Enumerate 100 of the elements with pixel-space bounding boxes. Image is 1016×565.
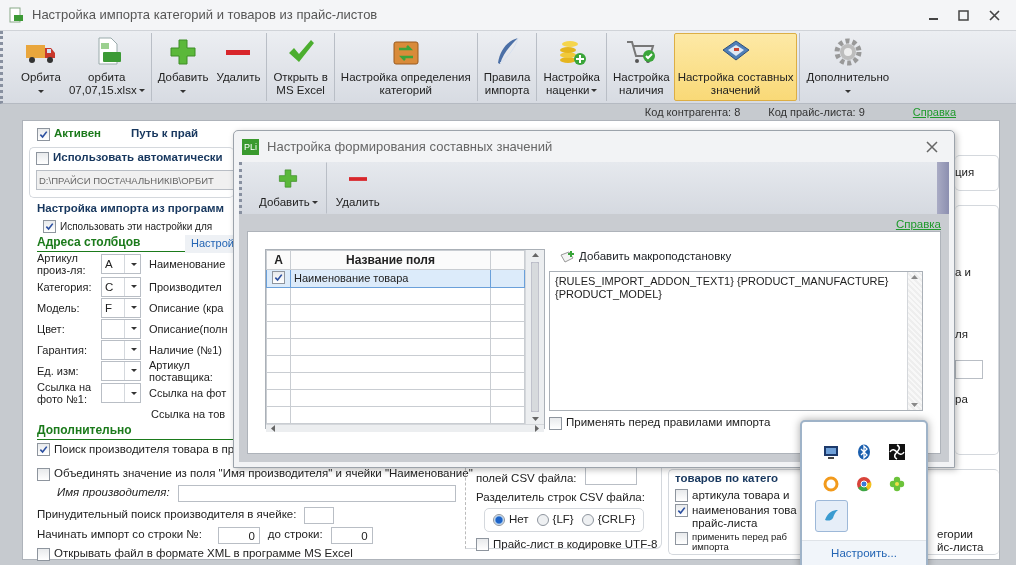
checkbox[interactable] (675, 504, 688, 518)
field-label: Гарантия: (37, 343, 88, 356)
minimize-icon (929, 17, 938, 20)
field-label: Наименование (149, 258, 227, 271)
label-fragment: ция (955, 165, 975, 181)
checkbox[interactable] (37, 442, 50, 456)
option-label: Применять перед правилами импорта (566, 415, 771, 431)
scroll-up-icon (531, 253, 539, 257)
aperture-icon (889, 444, 905, 460)
option-label: применить перед раб импорта (692, 532, 788, 553)
field-label: Ссылка на тов (151, 408, 227, 421)
spreadsheet-icon (8, 7, 24, 23)
column-combo[interactable]: C (101, 276, 141, 297)
label-fragment: а и (955, 265, 972, 280)
field-label: Артикул произ-ля: (37, 252, 87, 277)
toolbar-button[interactable]: Настройка наличия (609, 33, 674, 101)
toolbar-button[interactable]: Настройка наценки (539, 33, 604, 101)
field-label: Модель: (37, 301, 81, 314)
checkbox[interactable] (37, 127, 50, 141)
field-label: Ед. изм: (37, 364, 80, 377)
path-field[interactable]: D:\ПРАЙСИ ПОСТАЧАЛЬНИКІВ\ОРБИТ (36, 170, 234, 190)
input-field[interactable]: 0 (217, 526, 260, 544)
monitor-icon (823, 444, 839, 460)
toolbar-button[interactable]: Орбита (17, 33, 65, 101)
checkbox[interactable] (36, 151, 49, 165)
column-combo[interactable] (101, 360, 141, 381)
field-label: Наличие (№1) (149, 343, 223, 356)
customize-link[interactable]: Настроить... (802, 539, 926, 565)
field-label: Цвет: (37, 322, 66, 335)
option-label: Использовать автоматически (53, 150, 223, 166)
checkbox[interactable] (549, 416, 562, 430)
toolbar-button[interactable]: орбита 07,07,15.xlsx (64, 33, 149, 101)
radio-button[interactable] (581, 513, 594, 526)
field-label: Принудительный поиск производителя в ячейке: (37, 507, 297, 523)
toolbar-button[interactable]: Удалить (212, 33, 265, 101)
minus-icon (348, 176, 367, 181)
toolbar-button[interactable]: Добавить (153, 33, 213, 101)
field-label: Описание(полн (149, 322, 229, 335)
scrollbar[interactable] (266, 423, 544, 432)
add-macro-button[interactable]: Добавить макроподстановку (559, 249, 923, 265)
toolbar-button[interactable]: Настройка составных значений (673, 33, 798, 101)
column-header: A (266, 250, 291, 270)
input-field[interactable]: 0 (330, 526, 373, 544)
group-title: Настройка импорта из программ (37, 201, 226, 216)
option-label: {LF} (552, 512, 574, 528)
option-label: артикула товара и (692, 489, 790, 503)
field-label: Имя производителя: (57, 485, 170, 501)
column-combo[interactable]: F (101, 297, 141, 318)
checkbox[interactable] (272, 271, 285, 284)
column-combo[interactable]: A (101, 254, 141, 275)
field-label: Описание (кра (149, 301, 225, 314)
option-label: Открывать файл в формате XML в программе MS Excel (54, 546, 353, 562)
toolbar-button[interactable]: Правила импорта (479, 33, 535, 101)
radio-button[interactable] (536, 513, 549, 526)
option-label: Нет (509, 512, 529, 528)
scroll-thumb-icon (531, 261, 539, 412)
note-plus-icon (559, 250, 575, 264)
option-label: {CRLF} (597, 512, 636, 528)
input-field[interactable] (955, 359, 983, 379)
toolbar-button[interactable]: Удалить (326, 162, 389, 214)
column-combo[interactable] (101, 339, 141, 360)
checkbox[interactable] (675, 489, 688, 503)
label-fragment: ра (955, 391, 969, 407)
settings-tab[interactable]: Настрой (185, 235, 234, 253)
checkbox[interactable] (43, 219, 56, 233)
bluetooth-icon (856, 444, 872, 460)
path-label: Путь к прай (131, 126, 199, 142)
toolbar-button[interactable]: Открыть в MS Excel (269, 33, 332, 101)
checkbox[interactable] (37, 547, 50, 561)
input-field[interactable] (177, 484, 456, 502)
label-fragment: йс-листа (937, 541, 984, 554)
scroll-right-icon (535, 424, 539, 432)
toolbar-button[interactable]: Настройка определения категорий (336, 33, 475, 101)
close-icon (989, 9, 1000, 21)
field-label: Ссылка на фот (149, 387, 228, 400)
contractor-code: Код контрагента: 8 (644, 104, 741, 120)
label-fragment: ля (955, 327, 969, 343)
radio-button[interactable] (493, 513, 505, 526)
grid-row[interactable]: Наименование товара (266, 269, 525, 287)
toolbar-button[interactable]: Дополнительно (802, 33, 894, 101)
field-label: Артикул поставщика: (149, 358, 214, 383)
scrollbar[interactable] (525, 250, 544, 424)
window-title: Настройка импорта категорий и товаров из прайс-листов (32, 6, 378, 25)
app-logo: PLi (242, 138, 259, 155)
maximize-icon (958, 9, 969, 21)
checkbox[interactable] (675, 532, 688, 546)
column-combo[interactable] (101, 318, 141, 339)
label-fragment: егории (937, 528, 974, 541)
checkbox[interactable] (37, 467, 50, 481)
option-label: Использовать эти настройки для (60, 219, 213, 234)
field-label: Производител (149, 280, 223, 293)
input-field[interactable] (304, 506, 335, 524)
field-label: полей CSV файла: (476, 470, 577, 486)
close-icon (926, 140, 938, 153)
scroll-left-icon (271, 424, 275, 432)
flower-icon (889, 476, 905, 492)
status-label: Активен (54, 126, 102, 142)
column-combo[interactable] (101, 383, 141, 404)
section-heading: Дополнительно (37, 422, 132, 440)
checkbox[interactable] (476, 538, 489, 551)
